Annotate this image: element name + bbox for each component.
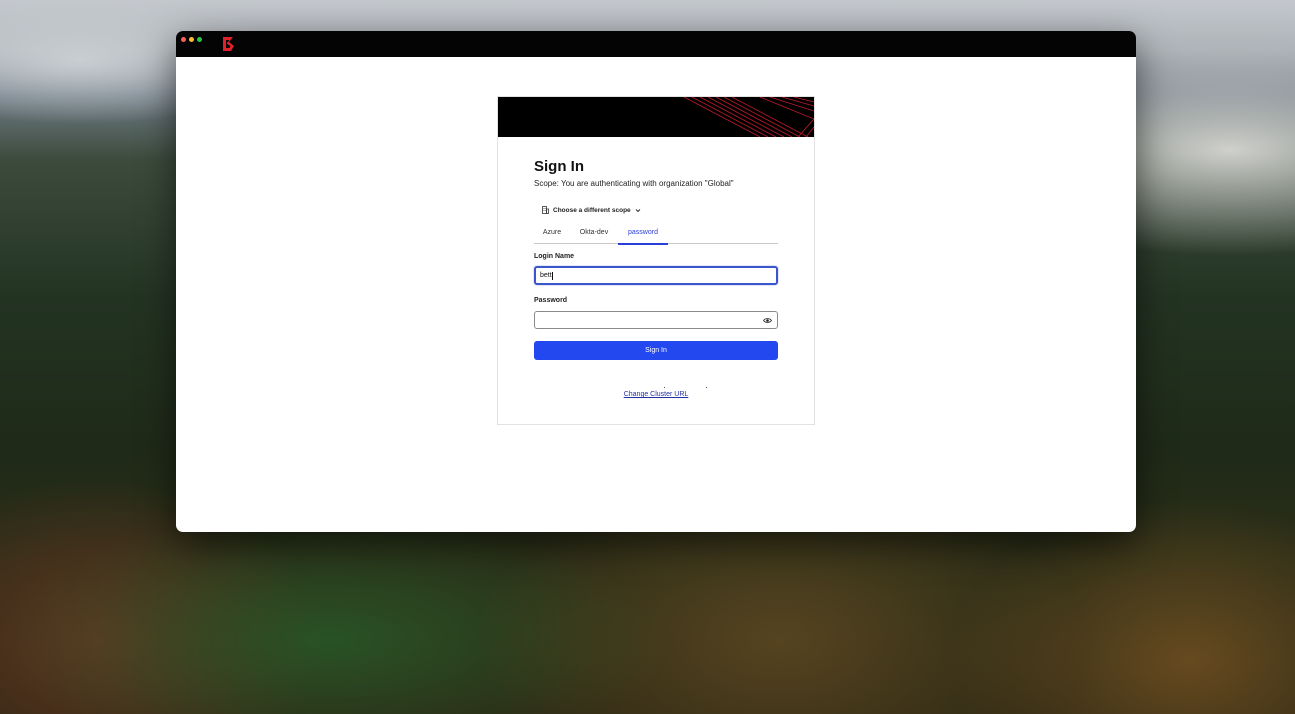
auth-method-tabs: Azure Okta-dev password [534, 221, 778, 245]
password-input[interactable] [534, 311, 778, 329]
sign-in-button[interactable]: Sign In [534, 341, 778, 360]
login-name-value: bett [540, 272, 552, 279]
title-bar[interactable] [176, 31, 1136, 57]
decorative-dot [706, 387, 707, 388]
minimize-window-button[interactable] [189, 37, 194, 42]
choose-scope-label: Choose a different scope [553, 206, 631, 214]
tab-azure[interactable]: Azure [534, 221, 570, 244]
decorative-dot [664, 387, 665, 388]
text-caret [551, 271, 553, 280]
app-window: Sign In Scope: You are authenticating wi… [176, 31, 1136, 532]
password-label: Password [534, 297, 568, 304]
close-window-button[interactable] [181, 37, 186, 42]
tab-password[interactable]: password [618, 221, 668, 245]
page-title: Sign In [534, 158, 584, 175]
zoom-window-button[interactable] [197, 37, 202, 42]
tab-okta-dev[interactable]: Okta-dev [570, 221, 618, 244]
login-name-input[interactable]: bett [534, 266, 778, 285]
boundary-logo-icon [223, 37, 234, 51]
banner-graphic [498, 97, 814, 137]
login-name-label: Login Name [534, 253, 575, 260]
chevron-down-icon [635, 208, 640, 212]
building-icon [542, 206, 549, 214]
show-password-icon[interactable] [763, 316, 772, 325]
scope-description: Scope: You are authenticating with organ… [534, 179, 734, 188]
change-cluster-url-link[interactable]: Change Cluster URL [498, 391, 814, 398]
sign-in-card: Sign In Scope: You are authenticating wi… [497, 96, 815, 425]
choose-scope-button[interactable]: Choose a different scope [542, 205, 641, 215]
